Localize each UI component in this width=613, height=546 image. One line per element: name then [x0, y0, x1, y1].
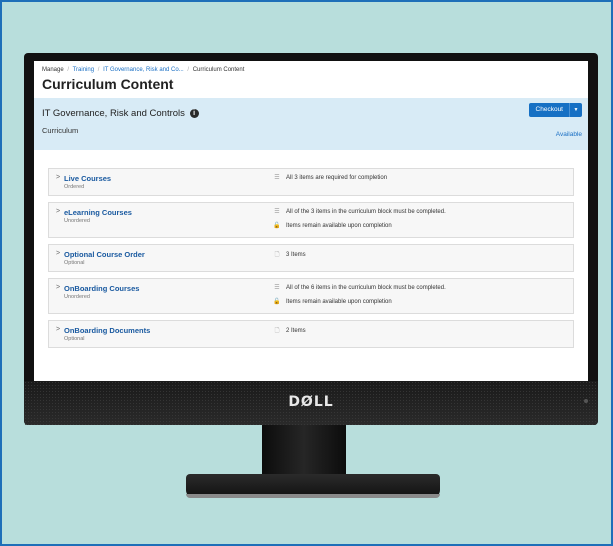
block-detail: ☰ All 3 items are required for completio…	[272, 174, 388, 182]
block-order: Unordered	[64, 218, 90, 224]
checkout-button[interactable]: Checkout ▼	[528, 103, 582, 117]
monitor-screen: Manage / Training / IT Governance, Risk …	[34, 61, 588, 381]
curriculum-block-live-courses[interactable]: > Live Courses Ordered ☰ All 3 items are…	[48, 168, 574, 196]
block-detail: ☰ All of the 3 items in the curriculum b…	[272, 208, 446, 216]
block-detail: ☰ All of the 6 items in the curriculum b…	[272, 284, 446, 292]
curriculum-block-optional-course-order[interactable]: > Optional Course Order Optional 🗋 3 Ite…	[48, 244, 574, 272]
info-icon[interactable]: i	[189, 108, 199, 118]
dell-logo: DØLL	[288, 394, 334, 410]
curriculum-title-row: IT Governance, Risk and Controls i	[42, 108, 199, 119]
block-order: Optional	[64, 260, 85, 266]
breadcrumb-separator: /	[187, 67, 190, 73]
monitor: Manage / Training / IT Governance, Risk …	[24, 53, 598, 425]
chevron-down-icon[interactable]: ▼	[569, 103, 582, 117]
breadcrumb-separator: /	[67, 67, 70, 73]
curriculum-blocks: > Live Courses Ordered ☰ All 3 items are…	[34, 150, 588, 348]
chevron-right-icon[interactable]: >	[56, 284, 60, 291]
block-detail-text: Items remain available upon completion	[286, 222, 392, 229]
unlock-icon: 🔓	[273, 299, 281, 305]
breadcrumb: Manage / Training / IT Governance, Risk …	[42, 67, 580, 73]
breadcrumb-training[interactable]: Training	[73, 67, 94, 73]
list-icon: ☰	[274, 285, 280, 291]
availability-status: Available	[555, 131, 582, 138]
curriculum-title: IT Governance, Risk and Controls	[42, 108, 185, 119]
block-detail: 🗋 2 Items	[272, 326, 306, 336]
page-header: Manage / Training / IT Governance, Risk …	[34, 61, 588, 92]
document-icon: 🗋	[274, 328, 280, 334]
curriculum-block-onboarding-courses[interactable]: > OnBoarding Courses Unordered ☰ All of …	[48, 278, 574, 314]
page-title: Curriculum Content	[42, 76, 174, 92]
block-title[interactable]: eLearning Courses	[64, 208, 132, 217]
monitor-stand-base-edge	[186, 494, 440, 498]
block-order: Optional	[64, 336, 85, 342]
block-detail: 🔓 Items remain available upon completion	[272, 222, 392, 230]
block-order: Unordered	[64, 294, 90, 300]
breadcrumb-program[interactable]: IT Governance, Risk and Co...	[103, 67, 184, 73]
curriculum-type: Curriculum	[42, 126, 79, 135]
block-order: Ordered	[64, 184, 85, 190]
block-detail-text: Items remain available upon completion	[286, 298, 392, 305]
block-detail-text: 3 Items	[286, 252, 306, 258]
unlock-icon: 🔓	[273, 223, 281, 229]
block-detail: 🗋 3 Items	[272, 250, 306, 260]
breadcrumb-current: Curriculum Content	[192, 67, 245, 73]
curriculum-block-onboarding-documents[interactable]: > OnBoarding Documents Optional 🗋 2 Item…	[48, 320, 574, 348]
block-detail: 🔓 Items remain available upon completion	[272, 298, 392, 306]
list-icon: ☰	[274, 175, 280, 181]
document-icon: 🗋	[274, 252, 280, 258]
power-indicator	[584, 399, 588, 403]
monitor-bezel: DØLL	[24, 381, 598, 425]
chevron-right-icon[interactable]: >	[56, 250, 60, 257]
block-title[interactable]: OnBoarding Documents	[64, 326, 150, 335]
checkout-label: Checkout	[535, 106, 563, 113]
curriculum-block-elearning-courses[interactable]: > eLearning Courses Unordered ☰ All of t…	[48, 202, 574, 238]
block-detail-text: 2 Items	[286, 328, 306, 334]
list-icon: ☰	[274, 209, 280, 215]
block-title[interactable]: Live Courses	[64, 174, 111, 183]
breadcrumb-separator: /	[97, 67, 100, 73]
block-detail-text: All 3 items are required for completion	[286, 174, 388, 181]
breadcrumb-manage[interactable]: Manage	[42, 67, 64, 73]
curriculum-summary: IT Governance, Risk and Controls i Curri…	[34, 98, 588, 150]
block-title[interactable]: Optional Course Order	[64, 250, 145, 259]
chevron-right-icon[interactable]: >	[56, 208, 60, 215]
block-detail-text: All of the 3 items in the curriculum blo…	[286, 208, 446, 215]
block-title[interactable]: OnBoarding Courses	[64, 284, 139, 293]
chevron-right-icon[interactable]: >	[56, 174, 60, 181]
chevron-right-icon[interactable]: >	[56, 326, 60, 333]
monitor-stand-neck	[262, 425, 346, 481]
block-detail-text: All of the 6 items in the curriculum blo…	[286, 284, 446, 291]
